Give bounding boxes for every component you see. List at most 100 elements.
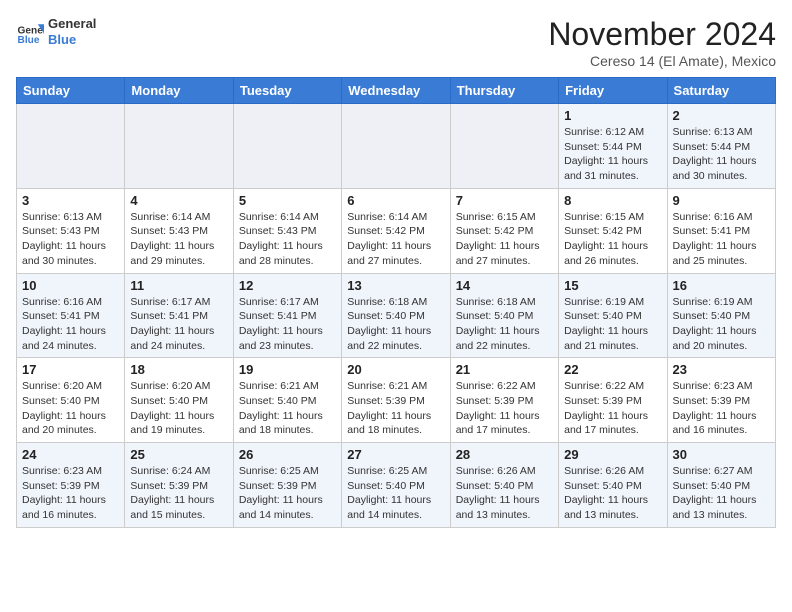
day-number: 28 <box>456 447 553 462</box>
day-number: 13 <box>347 278 444 293</box>
day-number: 12 <box>239 278 336 293</box>
calendar-day-cell: 17Sunrise: 6:20 AM Sunset: 5:40 PM Dayli… <box>17 358 125 443</box>
day-info: Sunrise: 6:25 AM Sunset: 5:40 PM Dayligh… <box>347 464 444 523</box>
calendar-day-cell: 5Sunrise: 6:14 AM Sunset: 5:43 PM Daylig… <box>233 188 341 273</box>
calendar-day-cell: 10Sunrise: 6:16 AM Sunset: 5:41 PM Dayli… <box>17 273 125 358</box>
day-info: Sunrise: 6:23 AM Sunset: 5:39 PM Dayligh… <box>22 464 119 523</box>
calendar-week-row: 10Sunrise: 6:16 AM Sunset: 5:41 PM Dayli… <box>17 273 776 358</box>
day-info: Sunrise: 6:20 AM Sunset: 5:40 PM Dayligh… <box>130 379 227 438</box>
calendar-day-cell: 13 Sunrise: 6:18 AM Sunset: 5:40 PM Dayli… <box>342 273 450 358</box>
calendar-header-row: SundayMondayTuesdayWednesdayThursdayFrid… <box>17 78 776 104</box>
location-subtitle: Cereso 14 (El Amate), Mexico <box>548 53 776 69</box>
logo-general-text: General <box>48 16 96 32</box>
day-info: Sunrise: 6:14 AM Sunset: 5:43 PM Dayligh… <box>239 210 336 269</box>
day-number: 25 <box>130 447 227 462</box>
calendar-day-cell: 2 Sunrise: 6:13 AM Sunset: 5:44 PM Daylig… <box>667 104 775 189</box>
calendar-day-cell: 26 Sunrise: 6:25 AM Sunset: 5:39 PM Dayli… <box>233 443 341 528</box>
day-info: Sunrise: 6:22 AM Sunset: 5:39 PM Dayligh… <box>456 379 553 438</box>
calendar-week-row: 17Sunrise: 6:20 AM Sunset: 5:40 PM Dayli… <box>17 358 776 443</box>
day-info: Sunrise: 6:16 AM Sunset: 5:41 PM Dayligh… <box>22 295 119 354</box>
calendar-day-cell: 20 Sunrise: 6:21 AM Sunset: 5:39 PM Dayli… <box>342 358 450 443</box>
calendar-day-cell: 6 Sunrise: 6:14 AM Sunset: 5:42 PM Daylig… <box>342 188 450 273</box>
logo: General Blue General Blue <box>16 16 96 47</box>
day-info: Sunrise: 6:14 AM Sunset: 5:42 PM Dayligh… <box>347 210 444 269</box>
day-info: Sunrise: 6:18 AM Sunset: 5:40 PM Dayligh… <box>456 295 553 354</box>
calendar-day-cell: 3 Sunrise: 6:13 AM Sunset: 5:43 PM Daylig… <box>17 188 125 273</box>
day-number: 27 <box>347 447 444 462</box>
calendar-week-row: 24 Sunrise: 6:23 AM Sunset: 5:39 PM Dayli… <box>17 443 776 528</box>
day-info: Sunrise: 6:23 AM Sunset: 5:39 PM Dayligh… <box>673 379 770 438</box>
calendar-day-cell: 11 Sunrise: 6:17 AM Sunset: 5:41 PM Dayli… <box>125 273 233 358</box>
day-number: 3 <box>22 193 119 208</box>
day-info: Sunrise: 6:15 AM Sunset: 5:42 PM Dayligh… <box>456 210 553 269</box>
calendar-table: SundayMondayTuesdayWednesdayThursdayFrid… <box>16 77 776 528</box>
column-header-monday: Monday <box>125 78 233 104</box>
calendar-day-cell: 14 Sunrise: 6:18 AM Sunset: 5:40 PM Dayli… <box>450 273 558 358</box>
day-info: Sunrise: 6:19 AM Sunset: 5:40 PM Dayligh… <box>564 295 661 354</box>
day-number: 22 <box>564 362 661 377</box>
calendar-day-cell: 9Sunrise: 6:16 AM Sunset: 5:41 PM Daylig… <box>667 188 775 273</box>
day-info: Sunrise: 6:12 AM Sunset: 5:44 PM Dayligh… <box>564 125 661 184</box>
column-header-saturday: Saturday <box>667 78 775 104</box>
day-info: Sunrise: 6:13 AM Sunset: 5:43 PM Dayligh… <box>22 210 119 269</box>
month-title: November 2024 <box>548 16 776 53</box>
day-number: 20 <box>347 362 444 377</box>
column-header-wednesday: Wednesday <box>342 78 450 104</box>
day-info: Sunrise: 6:13 AM Sunset: 5:44 PM Dayligh… <box>673 125 770 184</box>
day-info: Sunrise: 6:19 AM Sunset: 5:40 PM Dayligh… <box>673 295 770 354</box>
calendar-day-cell <box>450 104 558 189</box>
day-number: 16 <box>673 278 770 293</box>
day-info: Sunrise: 6:21 AM Sunset: 5:39 PM Dayligh… <box>347 379 444 438</box>
calendar-week-row: 1 Sunrise: 6:12 AM Sunset: 5:44 PM Daylig… <box>17 104 776 189</box>
day-number: 21 <box>456 362 553 377</box>
day-number: 7 <box>456 193 553 208</box>
calendar-day-cell: 23 Sunrise: 6:23 AM Sunset: 5:39 PM Dayli… <box>667 358 775 443</box>
day-info: Sunrise: 6:17 AM Sunset: 5:41 PM Dayligh… <box>239 295 336 354</box>
calendar-day-cell: 29 Sunrise: 6:26 AM Sunset: 5:40 PM Dayli… <box>559 443 667 528</box>
calendar-day-cell: 28Sunrise: 6:26 AM Sunset: 5:40 PM Dayli… <box>450 443 558 528</box>
logo-blue-text: Blue <box>48 32 96 48</box>
column-header-sunday: Sunday <box>17 78 125 104</box>
day-number: 11 <box>130 278 227 293</box>
calendar-day-cell: 18Sunrise: 6:20 AM Sunset: 5:40 PM Dayli… <box>125 358 233 443</box>
calendar-day-cell: 24 Sunrise: 6:23 AM Sunset: 5:39 PM Dayli… <box>17 443 125 528</box>
calendar-day-cell: 4 Sunrise: 6:14 AM Sunset: 5:43 PM Daylig… <box>125 188 233 273</box>
day-info: Sunrise: 6:27 AM Sunset: 5:40 PM Dayligh… <box>673 464 770 523</box>
calendar-day-cell: 21 Sunrise: 6:22 AM Sunset: 5:39 PM Dayli… <box>450 358 558 443</box>
day-info: Sunrise: 6:26 AM Sunset: 5:40 PM Dayligh… <box>564 464 661 523</box>
day-number: 1 <box>564 108 661 123</box>
calendar-day-cell: 19Sunrise: 6:21 AM Sunset: 5:40 PM Dayli… <box>233 358 341 443</box>
logo-icon: General Blue <box>16 18 44 46</box>
day-info: Sunrise: 6:15 AM Sunset: 5:42 PM Dayligh… <box>564 210 661 269</box>
day-number: 19 <box>239 362 336 377</box>
day-number: 23 <box>673 362 770 377</box>
day-number: 29 <box>564 447 661 462</box>
calendar-day-cell: 1 Sunrise: 6:12 AM Sunset: 5:44 PM Daylig… <box>559 104 667 189</box>
calendar-day-cell <box>125 104 233 189</box>
day-info: Sunrise: 6:14 AM Sunset: 5:43 PM Dayligh… <box>130 210 227 269</box>
day-info: Sunrise: 6:20 AM Sunset: 5:40 PM Dayligh… <box>22 379 119 438</box>
day-number: 2 <box>673 108 770 123</box>
day-number: 14 <box>456 278 553 293</box>
day-number: 9 <box>673 193 770 208</box>
svg-text:Blue: Blue <box>18 34 40 45</box>
day-number: 15 <box>564 278 661 293</box>
calendar-day-cell <box>233 104 341 189</box>
day-number: 26 <box>239 447 336 462</box>
calendar-day-cell: 7 Sunrise: 6:15 AM Sunset: 5:42 PM Daylig… <box>450 188 558 273</box>
day-info: Sunrise: 6:25 AM Sunset: 5:39 PM Dayligh… <box>239 464 336 523</box>
calendar-day-cell: 15 Sunrise: 6:19 AM Sunset: 5:40 PM Dayli… <box>559 273 667 358</box>
day-number: 4 <box>130 193 227 208</box>
calendar-day-cell: 30Sunrise: 6:27 AM Sunset: 5:40 PM Dayli… <box>667 443 775 528</box>
day-info: Sunrise: 6:17 AM Sunset: 5:41 PM Dayligh… <box>130 295 227 354</box>
day-info: Sunrise: 6:18 AM Sunset: 5:40 PM Dayligh… <box>347 295 444 354</box>
day-info: Sunrise: 6:22 AM Sunset: 5:39 PM Dayligh… <box>564 379 661 438</box>
calendar-day-cell: 27 Sunrise: 6:25 AM Sunset: 5:40 PM Dayli… <box>342 443 450 528</box>
column-header-tuesday: Tuesday <box>233 78 341 104</box>
title-block: November 2024 Cereso 14 (El Amate), Mexi… <box>548 16 776 69</box>
day-number: 6 <box>347 193 444 208</box>
day-number: 24 <box>22 447 119 462</box>
calendar-day-cell: 12 Sunrise: 6:17 AM Sunset: 5:41 PM Dayli… <box>233 273 341 358</box>
calendar-day-cell: 22 Sunrise: 6:22 AM Sunset: 5:39 PM Dayli… <box>559 358 667 443</box>
calendar-day-cell <box>342 104 450 189</box>
